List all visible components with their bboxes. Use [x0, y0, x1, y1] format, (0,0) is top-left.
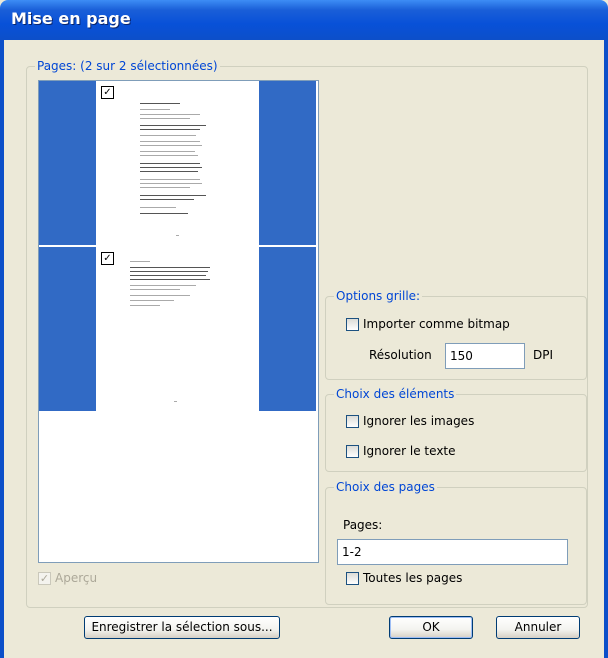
- ok-button[interactable]: OK: [389, 616, 473, 639]
- resolution-unit: DPI: [533, 348, 554, 362]
- all-pages-checkbox[interactable]: Toutes les pages: [346, 571, 462, 585]
- page-thumbnail-1[interactable]: ✓: [39, 81, 316, 245]
- pages-range-input[interactable]: 1-2: [337, 539, 568, 565]
- page-preview-list[interactable]: ✓ ✓: [38, 80, 319, 563]
- preview-checkbox[interactable]: ✓ Aperçu: [38, 571, 97, 585]
- ignore-images-label: Ignorer les images: [363, 414, 475, 428]
- page-1-checkbox[interactable]: ✓: [101, 86, 114, 99]
- grid-options-legend: Options grille:: [334, 289, 423, 303]
- check-icon: ✓: [38, 571, 51, 585]
- pages-choice-legend: Choix des pages: [334, 480, 437, 494]
- pages-range-label: Pages:: [343, 518, 383, 532]
- import-bitmap-label: Importer comme bitmap: [363, 317, 510, 331]
- page-2-checkbox[interactable]: ✓: [101, 252, 114, 265]
- resolution-input[interactable]: 150: [445, 343, 525, 369]
- page-sheet-2: [96, 247, 259, 411]
- ignore-images-checkbox[interactable]: Ignorer les images: [346, 414, 474, 428]
- elements-groupbox: Choix des éléments: [325, 387, 587, 472]
- import-bitmap-checkbox[interactable]: Importer comme bitmap: [346, 317, 510, 331]
- preview-checkbox-label: Aperçu: [55, 571, 98, 585]
- resolution-label: Résolution: [369, 348, 432, 362]
- page-thumbnail-2[interactable]: ✓: [39, 247, 316, 411]
- title-bar[interactable]: Mise en page: [0, 0, 608, 40]
- save-selection-button[interactable]: Enregistrer la sélection sous...: [84, 616, 280, 639]
- ignore-text-label: Ignorer le texte: [363, 444, 456, 458]
- all-pages-label: Toutes les pages: [363, 571, 463, 585]
- cancel-button[interactable]: Annuler: [496, 616, 580, 639]
- pages-legend: Pages: (2 sur 2 sélectionnées): [35, 59, 220, 73]
- window-frame-right: [604, 40, 608, 658]
- page-sheet-1: [96, 81, 259, 245]
- ignore-text-checkbox[interactable]: Ignorer le texte: [346, 444, 456, 458]
- window-title: Mise en page: [11, 9, 131, 28]
- elements-legend: Choix des éléments: [334, 387, 457, 401]
